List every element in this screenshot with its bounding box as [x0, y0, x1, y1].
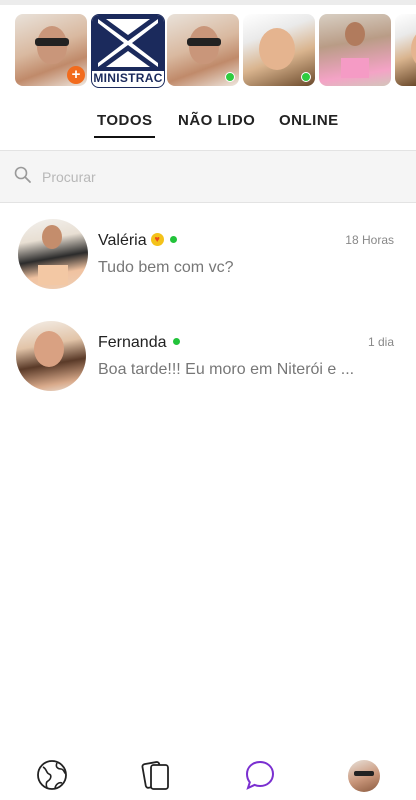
- chat-list-item[interactable]: Fernanda 1 dia Boa tarde!!! Eu moro em N…: [0, 314, 416, 404]
- stories-strip[interactable]: + MINISTRAC: [0, 12, 416, 88]
- message-time: 1 dia: [367, 335, 394, 349]
- logo-text: MINISTRAC: [93, 71, 163, 85]
- avatar[interactable]: [18, 219, 88, 289]
- search-input[interactable]: [40, 163, 404, 191]
- story-my-profile[interactable]: +: [15, 14, 87, 86]
- vip-badge-icon: ♥: [150, 233, 164, 247]
- story-user-2[interactable]: [243, 14, 315, 86]
- story-user-3[interactable]: [319, 14, 391, 86]
- filter-tabs: TODOS NÃO LIDO ONLINE: [0, 108, 416, 144]
- story-ministrac-logo[interactable]: MINISTRAC: [91, 14, 165, 88]
- ministrac-logo-icon: [92, 15, 164, 71]
- tab-nao-lido[interactable]: NÃO LIDO: [178, 112, 255, 129]
- message-time: 18 Horas: [345, 233, 394, 247]
- online-indicator: [301, 72, 311, 82]
- online-indicator: [225, 72, 235, 82]
- story-user-1[interactable]: [167, 14, 239, 86]
- chat-list-item[interactable]: Valéria ♥ 18 Horas Tudo bem com vc?: [0, 212, 416, 302]
- message-preview: Tudo bem com vc?: [98, 259, 234, 276]
- contact-name: Fernanda: [98, 334, 167, 351]
- bottom-navigation: [0, 744, 416, 800]
- message-preview: Boa tarde!!! Eu moro em Niterói e ...: [98, 361, 355, 378]
- story-user-4-partial[interactable]: [395, 14, 416, 86]
- top-divider: [0, 0, 416, 5]
- contact-name: Valéria: [98, 232, 147, 249]
- profile-avatar[interactable]: [348, 760, 380, 792]
- tab-todos[interactable]: TODOS: [97, 112, 153, 129]
- contact-name-row: Fernanda: [98, 334, 180, 352]
- online-indicator: [169, 236, 177, 244]
- globe-icon[interactable]: [35, 758, 69, 792]
- online-indicator: [172, 338, 180, 346]
- avatar[interactable]: [16, 321, 86, 391]
- contact-name-row: Valéria ♥: [98, 232, 177, 250]
- search-bar[interactable]: [0, 150, 416, 203]
- cards-icon[interactable]: [139, 758, 173, 792]
- chat-bubble-icon[interactable]: [243, 758, 277, 792]
- tab-online[interactable]: ONLINE: [279, 112, 339, 129]
- active-tab-indicator: [94, 136, 155, 138]
- add-story-icon[interactable]: +: [67, 66, 85, 84]
- search-icon: [14, 166, 31, 183]
